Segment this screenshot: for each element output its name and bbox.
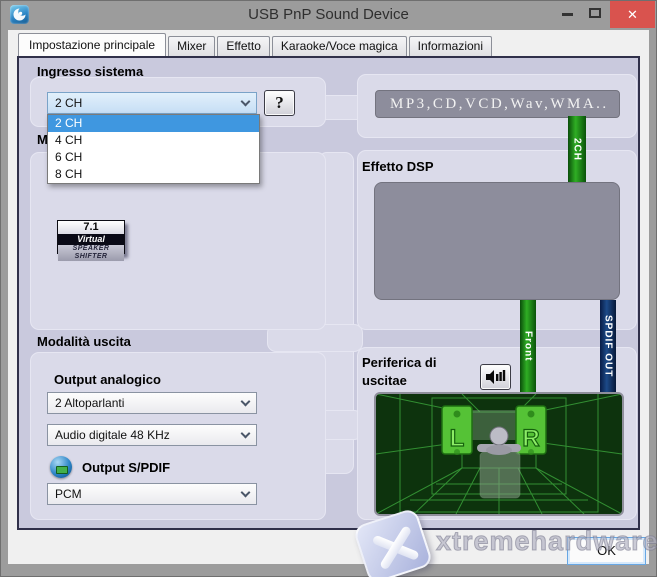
- main-panel: Ingresso sistema 2 CH ? M 2 CH 4 CH 6 CH…: [17, 56, 640, 530]
- tab-informazioni[interactable]: Informazioni: [409, 36, 492, 56]
- tab-effetto[interactable]: Effetto: [217, 36, 269, 56]
- channel-select[interactable]: 2 CH: [47, 92, 257, 114]
- ribbon-front-label: Front: [523, 331, 534, 362]
- channel-dropdown-list: 2 CH 4 CH 6 CH 8 CH: [47, 114, 260, 184]
- shifter-line1: 7.1: [58, 221, 124, 234]
- spdif-format-value: PCM: [55, 487, 82, 501]
- watermark-text: xtremehardware.com: [436, 526, 657, 557]
- client-area: Impostazione principale Mixer Effetto Ka…: [8, 30, 649, 564]
- speaker-count-value: 2 Altoparlanti: [55, 396, 124, 410]
- help-button[interactable]: ?: [264, 90, 295, 116]
- dropdown-option-6ch[interactable]: 6 CH: [48, 149, 259, 166]
- ribbon-2ch: 2CH: [568, 116, 586, 184]
- dropdown-option-2ch[interactable]: 2 CH: [48, 115, 259, 132]
- tab-mixer[interactable]: Mixer: [168, 36, 215, 56]
- periferica-heading-line2: uscitae: [362, 373, 407, 388]
- chevron-down-icon: [241, 396, 251, 406]
- ribbon-front: Front: [520, 300, 536, 392]
- spdif-format-select[interactable]: PCM: [47, 483, 257, 505]
- spdif-jack-icon: [50, 456, 72, 478]
- close-icon[interactable]: ✕: [610, 1, 655, 28]
- shifter-line3: SPEAKER SHIFTER: [58, 245, 124, 261]
- left-speaker-label: L: [450, 425, 465, 452]
- maximize-icon[interactable]: [589, 8, 601, 18]
- channel-select-value: 2 CH: [55, 96, 82, 110]
- tab-strip: Impostazione principale Mixer Effetto Ka…: [18, 33, 494, 56]
- window-title: USB PnP Sound Device: [0, 6, 657, 23]
- digital-audio-value: Audio digitale 48 KHz: [55, 428, 170, 442]
- dropdown-option-8ch[interactable]: 8 CH: [48, 166, 259, 183]
- titlebar: USB PnP Sound Device ✕: [0, 0, 657, 30]
- tab-impostazione-principale[interactable]: Impostazione principale: [18, 33, 166, 56]
- source-formats-box: MP3,CD,VCD,Wav,WMA..: [375, 90, 620, 118]
- shifter-line2: Virtual: [58, 234, 124, 245]
- ingresso-heading: Ingresso sistema: [37, 64, 143, 79]
- right-speaker-label: R: [522, 425, 539, 452]
- speaker-test-button[interactable]: [480, 364, 511, 390]
- room-3d-scene: L R: [376, 394, 622, 514]
- digital-audio-select[interactable]: Audio digitale 48 KHz: [47, 424, 257, 446]
- ribbon-2ch-label: 2CH: [572, 138, 583, 161]
- chevron-down-icon: [241, 487, 251, 497]
- virtual-speaker-shifter-button[interactable]: 7.1 Virtual SPEAKER SHIFTER: [57, 220, 125, 254]
- left-speaker: L: [442, 406, 472, 455]
- ribbon-spdif-out-label: SPDIF OUT: [603, 315, 614, 377]
- chevron-down-icon: [241, 96, 251, 106]
- app-window: USB PnP Sound Device ✕ Impostazione prin…: [0, 0, 657, 577]
- tab-karaoke-voce-magica[interactable]: Karaoke/Voce magica: [272, 36, 407, 56]
- minimize-icon[interactable]: [562, 13, 573, 16]
- speaker-count-select[interactable]: 2 Altoparlanti: [47, 392, 257, 414]
- uscita-heading: Modalità uscita: [37, 334, 131, 349]
- speaker-room-visualization: L R: [374, 392, 624, 516]
- chevron-down-icon: [241, 428, 251, 438]
- speaker-volume-icon: [485, 369, 506, 385]
- spdif-heading: Output S/PDIF: [82, 460, 170, 475]
- help-button-label: ?: [275, 93, 284, 113]
- dsp-effect-box: [374, 182, 620, 300]
- periferica-heading-line1: Periferica di: [362, 355, 436, 370]
- analog-output-heading: Output analogico: [54, 372, 161, 387]
- ribbon-spdif-out: SPDIF OUT: [600, 300, 616, 392]
- dropdown-option-4ch[interactable]: 4 CH: [48, 132, 259, 149]
- dsp-heading: Effetto DSP: [362, 159, 434, 174]
